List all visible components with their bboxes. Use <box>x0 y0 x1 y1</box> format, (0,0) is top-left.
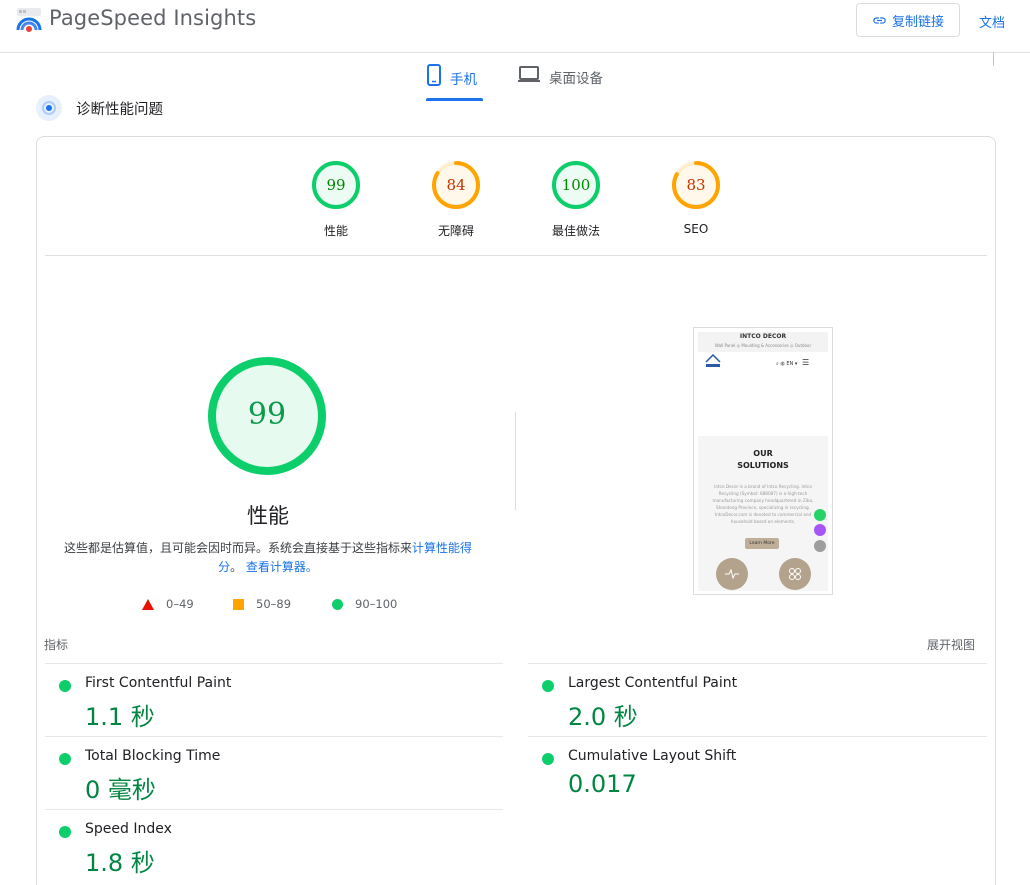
screenshot-brand: INTCO DECOR <box>739 333 787 340</box>
score-label: 最佳做法 <box>551 224 600 238</box>
metric-name: Largest Contentful Paint <box>568 675 738 691</box>
square-icon <box>233 598 244 610</box>
menu-icon: ☰ <box>801 358 810 367</box>
page: PageSpeed Insights 复制链接 文档 手机 桌面设备 诊断性能问… <box>0 0 1030 885</box>
metric-fcp: First Contentful Paint 1.1 秒 <box>45 664 485 734</box>
legend-fail: 0–49 <box>142 597 194 611</box>
pass-dot-icon <box>542 753 554 765</box>
section-title: 诊断性能问题 <box>76 102 163 118</box>
gauge-ring: 99 <box>312 161 360 209</box>
metric-value: 0 毫秒 <box>85 776 156 804</box>
diagnose-icon <box>36 95 62 121</box>
search-icon: ⌕ <box>776 361 779 367</box>
pass-dot-icon <box>59 753 71 765</box>
top-header: PageSpeed Insights 复制链接 文档 <box>0 0 1030 53</box>
screenshot-hero-line2: SOLUTIONS <box>737 461 789 470</box>
tab-mobile-label: 手机 <box>450 72 477 88</box>
gauge-ring: 84 <box>432 161 480 209</box>
scroll-top-icon <box>814 540 826 552</box>
active-tab-indicator <box>426 98 483 101</box>
description-text: 这些都是估算值，且可能会因时而异。系统会直接基于这些指标来 <box>63 541 412 555</box>
metric-name: First Contentful Paint <box>85 675 232 691</box>
score-value: 83 <box>686 176 705 194</box>
tab-desktop-label: 桌面设备 <box>549 71 603 87</box>
description-separator: 。 <box>230 560 243 574</box>
expand-view-toggle[interactable]: 展开视图 <box>927 636 975 653</box>
page-screenshot: INTCO DECOR Wall Panel ◎ Moulding & Acce… <box>693 327 833 595</box>
screenshot-hero-line1: OUR <box>753 449 773 458</box>
copy-link-label: 复制链接 <box>891 14 944 30</box>
mobile-phone-icon <box>427 64 441 86</box>
performance-gauge-large: 99 <box>208 357 326 475</box>
pagespeed-logo-icon <box>16 8 42 32</box>
gauge-ring: 100 <box>552 161 600 209</box>
calculator-link[interactable]: 查看计算器。 <box>246 560 318 574</box>
performance-label: 性能 <box>247 504 289 528</box>
pulse-icon <box>716 558 748 590</box>
score-value: 84 <box>446 176 465 194</box>
metric-name: Speed Index <box>85 821 172 837</box>
score-label: 性能 <box>323 224 348 238</box>
performance-score-value: 99 <box>248 397 286 432</box>
metric-cls: Cumulative Layout Shift 0.017 <box>528 737 968 807</box>
screenshot-lang: EN ▾ <box>786 361 798 367</box>
divider <box>45 255 987 256</box>
metric-si: Speed Index 1.8 秒 <box>45 810 485 880</box>
metric-value: 0.017 <box>568 770 637 798</box>
metric-name: Total Blocking Time <box>85 748 221 764</box>
legend-average: 50–89 <box>233 597 291 611</box>
score-gauge-seo[interactable]: 83 SEO <box>651 160 741 236</box>
circle-icon <box>332 598 343 610</box>
copy-link-button[interactable]: 复制链接 <box>856 3 960 37</box>
legend-pass: 90–100 <box>332 597 397 611</box>
score-label: SEO <box>683 222 709 236</box>
metric-value: 1.8 秒 <box>85 849 155 877</box>
legend-pass-label: 90–100 <box>355 597 398 611</box>
gauge-ring: 83 <box>672 161 720 209</box>
score-label: 无障碍 <box>437 224 474 238</box>
globe-icon: ◍ <box>780 361 785 367</box>
metric-tbt: Total Blocking Time 0 毫秒 <box>45 737 485 807</box>
score-description: 这些都是估算值，且可能会因时而异。系统会直接基于这些指标来计算性能得分。 查看计… <box>62 539 474 577</box>
legend-fail-label: 0–49 <box>166 597 194 611</box>
metrics-heading: 指标 <box>44 638 69 652</box>
app-title: PageSpeed Insights <box>49 6 257 30</box>
triangle-icon <box>142 598 154 610</box>
vertical-divider <box>515 412 516 510</box>
messenger-icon <box>814 524 826 536</box>
score-gauge-performance[interactable]: 99 性能 <box>291 160 381 239</box>
metric-value: 1.1 秒 <box>85 703 155 731</box>
metric-value: 2.0 秒 <box>568 703 638 731</box>
metric-lcp: Largest Contentful Paint 2.0 秒 <box>528 664 968 734</box>
whatsapp-icon <box>814 509 826 521</box>
pass-dot-icon <box>59 826 71 838</box>
link-icon <box>873 16 886 24</box>
site-logo-icon <box>705 354 721 367</box>
tab-mobile[interactable]: 手机 <box>426 64 477 100</box>
pass-dot-icon <box>59 680 71 692</box>
score-gauge-accessibility[interactable]: 84 无障碍 <box>411 160 501 239</box>
score-value: 100 <box>562 176 591 194</box>
score-value: 99 <box>326 176 345 194</box>
screenshot-learn-more: Learn More <box>745 538 779 549</box>
docs-link[interactable]: 文档 <box>979 12 1005 31</box>
grid-icon <box>779 558 811 590</box>
laptop-icon <box>518 66 540 82</box>
metric-name: Cumulative Layout Shift <box>568 748 737 764</box>
screenshot-toolbar: ⌕ ◍ EN ▾ ☰ <box>776 358 809 367</box>
screenshot-hero-text: Intco Decor is a brand of Intco Recyclin… <box>712 484 814 524</box>
scrollbar[interactable] <box>993 52 994 66</box>
pass-dot-icon <box>542 680 554 692</box>
legend-average-label: 50–89 <box>256 597 292 611</box>
screenshot-nav: Wall Panel ◎ Moulding & Accessories ◎ Ou… <box>714 343 812 348</box>
tab-desktop[interactable]: 桌面设备 <box>517 64 603 100</box>
score-gauge-best-practices[interactable]: 100 最佳做法 <box>531 160 621 239</box>
